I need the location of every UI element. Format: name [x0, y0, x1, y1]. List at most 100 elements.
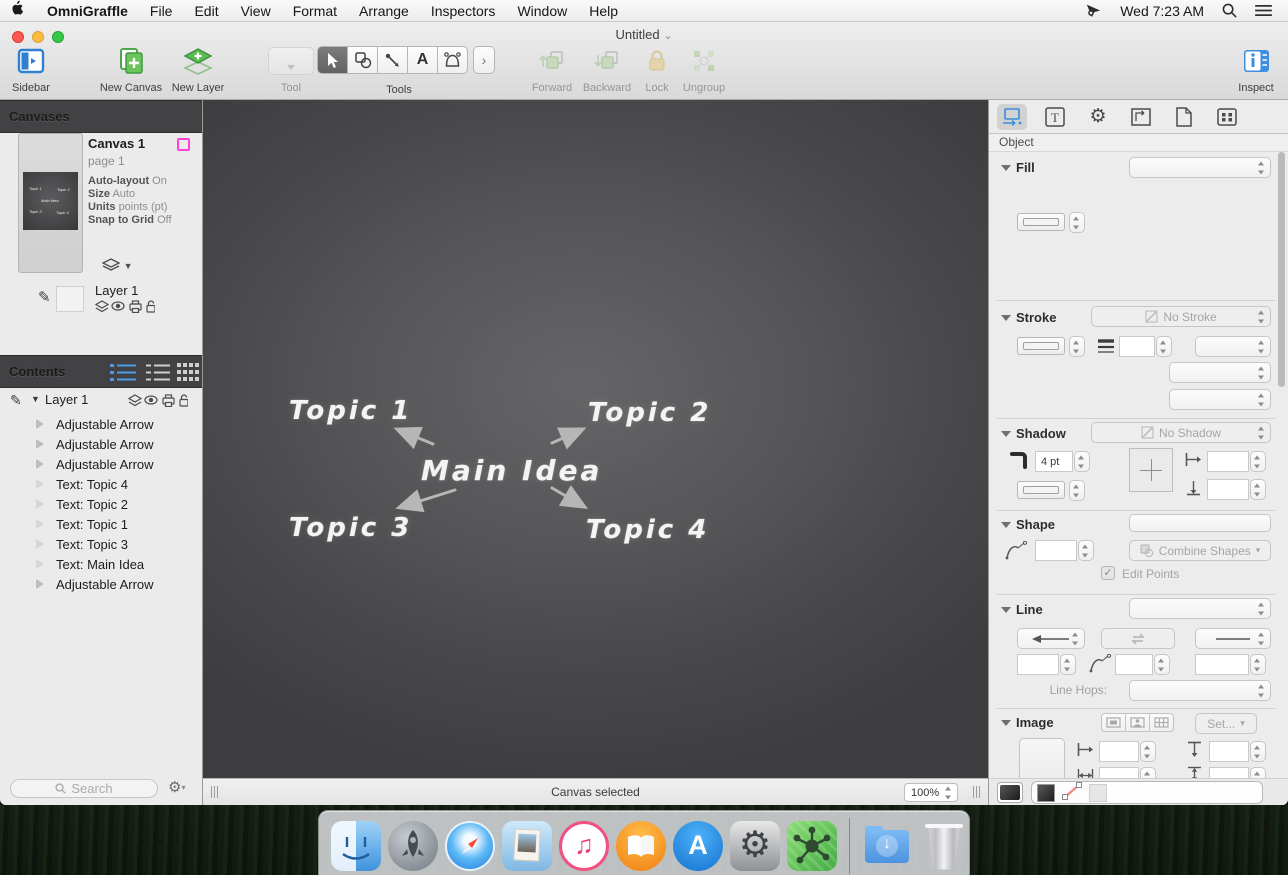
tab-properties-inspector[interactable]: ⚙ — [1083, 104, 1113, 130]
menu-help[interactable]: Help — [578, 0, 629, 22]
stroke-width-stepper[interactable] — [1156, 336, 1172, 357]
canvas-thumbnail[interactable]: Topic 1 Topic 2 Main Idea Topic 3 Topic … — [18, 133, 83, 273]
stroke-corner-dropdown[interactable] — [1169, 362, 1271, 383]
shape-section-title[interactable]: Shape — [1001, 517, 1055, 532]
canvas-text-topic2[interactable]: Topic 2 — [588, 398, 711, 428]
corner-radius-input[interactable] — [1035, 540, 1077, 561]
line-end-arrow-dropdown[interactable] — [1195, 628, 1271, 649]
image-offset-x-input[interactable] — [1099, 741, 1139, 762]
dock-appstore-icon[interactable]: A — [673, 821, 723, 871]
contents-item-text-topic3[interactable]: Text: Topic 3 — [0, 534, 202, 554]
shadow-type-dropdown[interactable]: No Shadow — [1091, 422, 1271, 443]
canvas-flag-icon[interactable] — [177, 138, 190, 151]
layer-name[interactable]: Layer 1 — [45, 392, 88, 407]
dock-ibooks-icon[interactable] — [616, 821, 666, 871]
tab-document-inspector[interactable] — [1169, 104, 1199, 130]
shadow-offset-y-stepper[interactable] — [1250, 479, 1266, 500]
contents-item-text-topic1[interactable]: Text: Topic 1 — [0, 514, 202, 534]
line-start-size-input[interactable] — [1017, 654, 1059, 675]
corner-radius-stepper[interactable] — [1078, 540, 1094, 561]
dock-trash-icon[interactable] — [919, 821, 969, 871]
contents-item-adjustable-arrow-4[interactable]: Adjustable Arrow — [0, 574, 202, 594]
edit-points-checkbox[interactable]: ✓ — [1101, 566, 1115, 580]
sidebar-toggle-button[interactable]: Sidebar — [0, 44, 76, 94]
line-tool-button[interactable] — [377, 46, 408, 74]
dock-system-preferences-icon[interactable]: ⚙ — [730, 821, 780, 871]
fill-color-well[interactable] — [1017, 213, 1065, 231]
inspector-resize-grip[interactable] — [973, 786, 980, 798]
shadow-offset-x-stepper[interactable] — [1250, 451, 1266, 472]
title-chevron-icon[interactable]: ⌄ — [663, 30, 672, 42]
layers-disclosure[interactable]: ▼ — [102, 258, 133, 275]
contents-layer-row[interactable]: ✎ ▼ Layer 1 — [0, 391, 202, 412]
contents-item-adjustable-arrow-2[interactable]: Adjustable Arrow — [0, 434, 202, 454]
tab-object-inspector[interactable] — [997, 104, 1027, 130]
inspector-scrollbar[interactable] — [1278, 152, 1285, 387]
zoom-stepper[interactable] — [944, 786, 953, 799]
shadow-color-well[interactable] — [1017, 481, 1065, 499]
dock-safari-icon[interactable] — [445, 821, 495, 871]
menu-clock[interactable]: Wed 7:23 AM — [1120, 0, 1204, 22]
menu-view[interactable]: View — [230, 0, 282, 22]
contents-item-text-main-idea[interactable]: Text: Main Idea — [0, 554, 202, 574]
line-start-arrow-dropdown[interactable] — [1017, 628, 1085, 649]
dock-launchpad-icon[interactable] — [388, 821, 438, 871]
canvas-area[interactable]: Topic 1 Topic 2 Main Idea Topic 3 Topic … — [203, 100, 988, 778]
dock-itunes-icon[interactable]: ♫ — [559, 821, 609, 871]
more-tools-button[interactable]: › — [473, 46, 495, 74]
canvas-text-topic4[interactable]: Topic 4 — [586, 515, 709, 545]
shape-field[interactable] — [1129, 514, 1271, 532]
disclosure-triangle-icon[interactable]: ▼ — [31, 394, 40, 404]
stroke-width-input[interactable] — [1119, 336, 1155, 357]
image-offset-x-stepper[interactable] — [1140, 741, 1156, 762]
shape-tool-button[interactable] — [347, 46, 378, 74]
line-end-size-stepper[interactable] — [1250, 654, 1266, 675]
line-section-title[interactable]: Line — [1001, 602, 1043, 617]
shadow-offset-x-input[interactable] — [1207, 451, 1249, 472]
apple-menu[interactable] — [0, 0, 36, 22]
layer-name[interactable]: Layer 1 — [95, 283, 138, 298]
canvas-text-topic3[interactable]: Topic 3 — [289, 513, 412, 543]
stroke-color-well[interactable] — [1017, 337, 1065, 355]
canvas-name[interactable]: Canvas 1 — [88, 136, 145, 151]
stroke-style-dropdown[interactable] — [1195, 336, 1271, 357]
pen-tool-button[interactable] — [437, 46, 468, 74]
stroke-color-stepper[interactable] — [1069, 336, 1085, 357]
search-options-gear-icon[interactable]: ⚙▾ — [168, 778, 185, 796]
combine-shapes-dropdown[interactable]: Combine Shapes ▾ — [1129, 540, 1271, 561]
line-type-dropdown[interactable] — [1129, 598, 1271, 619]
notification-center-icon[interactable] — [1255, 4, 1272, 17]
mindmap-arrows[interactable] — [203, 100, 988, 778]
view-grid-icon[interactable] — [177, 363, 199, 385]
app-menu[interactable]: OmniGraffle — [36, 0, 139, 22]
tab-stencils[interactable] — [1212, 104, 1242, 130]
view-list-selected-icon[interactable] — [110, 363, 136, 385]
fill-color-stepper[interactable] — [1069, 212, 1085, 233]
contents-item-text-topic2[interactable]: Text: Topic 2 — [0, 494, 202, 514]
text-tool-button[interactable]: A — [407, 46, 438, 74]
dock-finder-icon[interactable] — [331, 821, 381, 871]
shadow-section-title[interactable]: Shadow — [1001, 426, 1066, 441]
line-curve-stepper[interactable] — [1154, 654, 1170, 675]
pencil-icon[interactable]: ✎ — [38, 288, 51, 306]
zoom-control[interactable]: 100% — [904, 783, 958, 802]
fill-section-title[interactable]: Fill — [1001, 160, 1035, 175]
shadow-blur-input[interactable]: 4 pt — [1035, 451, 1073, 472]
layer-thumbnail[interactable] — [56, 286, 84, 312]
line-hops-dropdown[interactable] — [1129, 680, 1271, 701]
canvas-text-main-idea[interactable]: Main Idea — [421, 454, 602, 487]
stroke-type-dropdown[interactable]: No Stroke — [1091, 306, 1271, 327]
line-end-size-input[interactable] — [1195, 654, 1249, 675]
style-shadow-swatch[interactable] — [1090, 785, 1106, 801]
shadow-blur-stepper[interactable] — [1074, 451, 1090, 472]
canvas-text-topic1[interactable]: Topic 1 — [289, 396, 412, 426]
stroke-section-title[interactable]: Stroke — [1001, 310, 1056, 325]
style-fill-swatch[interactable] — [1038, 785, 1054, 801]
current-style-swatch[interactable] — [997, 782, 1023, 803]
canvas-layer-row[interactable]: ✎ Layer 1 — [0, 280, 202, 320]
stroke-position-dropdown[interactable] — [1169, 389, 1271, 410]
dock-downloads-icon[interactable]: ↓ — [862, 821, 912, 871]
menu-edit[interactable]: Edit — [183, 0, 229, 22]
contents-item-text-topic4[interactable]: Text: Topic 4 — [0, 474, 202, 494]
ungroup-button[interactable]: Ungroup — [659, 44, 749, 94]
